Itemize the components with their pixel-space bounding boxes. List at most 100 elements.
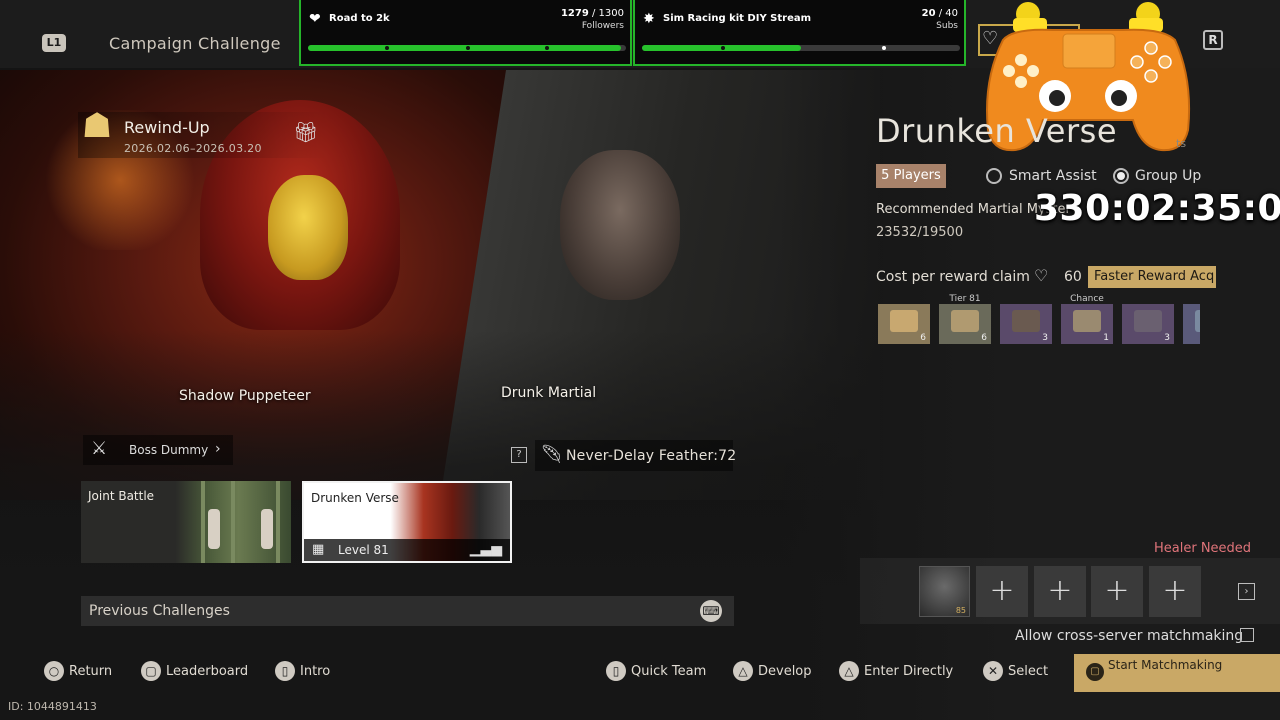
recommended-value: 23532/19500 <box>876 225 964 240</box>
reward-item[interactable]: Tier 81 6 <box>939 294 991 344</box>
previous-challenges-button[interactable]: Previous Challenges ⌨ <box>81 596 734 626</box>
reward-item[interactable]: 3 <box>1122 294 1174 344</box>
next-page-icon[interactable]: › <box>1238 583 1255 600</box>
reward-item[interactable]: 6 <box>878 294 930 344</box>
boss-dummy-button[interactable]: ⚔ Boss Dummy › <box>83 435 233 465</box>
player-avatar[interactable]: 85 <box>919 566 970 617</box>
touchpad-button-icon: ▯ <box>606 661 626 681</box>
square-button-icon: ▢ <box>1086 663 1104 681</box>
subs-goal-widget: ✸ Sim Racing kit DIY Stream 20 / 40 Subs <box>633 0 966 66</box>
bar-chart-icon[interactable]: ▁▃▅ <box>470 541 502 557</box>
goal-progress-bar <box>642 45 960 51</box>
stream-timer: 330:02:35:08 <box>1034 188 1280 229</box>
goal-title: Road to 2k <box>329 13 390 24</box>
empty-party-slot[interactable]: + <box>1149 566 1201 617</box>
smart-assist-label[interactable]: Smart Assist <box>1009 168 1097 184</box>
boss-name-shadow-puppeteer[interactable]: Shadow Puppeteer <box>179 388 311 404</box>
card-level: Level 81 <box>338 543 389 557</box>
feather-count: Never-Delay Feather:72 <box>566 448 737 464</box>
chest-icon <box>1195 310 1200 332</box>
square-button-icon: ▢ <box>141 661 161 681</box>
elder-figure <box>560 150 680 300</box>
reward-quantity: 3 <box>1042 333 1048 343</box>
feather-icon: 🪶︎ <box>540 444 563 465</box>
help-icon[interactable]: ? <box>511 447 527 463</box>
reward-quantity: 6 <box>920 333 926 343</box>
gift-icon[interactable]: 🎁︎ <box>293 120 318 144</box>
keyboard-icon: ⌨ <box>700 600 722 622</box>
previous-challenges-label: Previous Challenges <box>89 603 230 619</box>
hint-label: Return <box>69 664 113 679</box>
hint-label: Quick Team <box>631 664 707 679</box>
empty-party-slot[interactable]: + <box>1034 566 1086 617</box>
group-up-label[interactable]: Group Up <box>1135 168 1201 184</box>
card-label: Joint Battle <box>88 489 155 503</box>
empty-party-slot[interactable]: + <box>1091 566 1143 617</box>
heart-currency-icon: ♡ <box>1034 266 1049 285</box>
chest-icon <box>1073 310 1101 332</box>
goal-unit: Followers <box>581 21 624 31</box>
reward-item[interactable]: Chance 1 <box>1061 294 1113 344</box>
goal-progress-fill <box>308 45 621 51</box>
hint-label: Select <box>1008 664 1049 679</box>
reward-item[interactable]: 3 <box>1000 294 1052 344</box>
cost-label: Cost per reward claim <box>876 269 1030 285</box>
reward-quantity: 3 <box>1164 333 1170 343</box>
oni-mask-icon: ☗ <box>81 106 113 146</box>
reward-tag: Chance <box>1070 294 1104 304</box>
empty-party-slot[interactable]: + <box>976 566 1028 617</box>
group-up-radio[interactable] <box>1113 168 1129 184</box>
touchpad-button-icon: ▯ <box>275 661 295 681</box>
reward-tag: Tier 81 <box>949 294 981 304</box>
goal-count: 1279 / 1300 <box>560 8 624 19</box>
hint-label: Develop <box>758 664 812 679</box>
boss-dummy-label: Boss Dummy <box>129 443 209 457</box>
drunken-verse-card[interactable]: Drunken Verse ▦ Level 81 ▁▃▅ <box>302 481 512 563</box>
reward-item[interactable]: Ch <box>1183 294 1200 344</box>
reward-quantity: 1 <box>1103 333 1109 343</box>
chevron-right-icon: › <box>215 441 221 457</box>
cross-server-checkbox[interactable] <box>1240 628 1254 642</box>
cross-server-label: Allow cross-server matchmaking <box>1015 628 1244 644</box>
mode-title: Drunken Verse <box>876 112 1117 150</box>
goal-title: Sim Racing kit DIY Stream <box>663 13 812 24</box>
start-matchmaking-label: Start Matchmaking <box>1108 658 1223 672</box>
reward-tag: Ch <box>1183 294 1200 304</box>
faster-reward-badge[interactable]: Faster Reward Acq <box>1088 266 1216 288</box>
cross-button-icon: ✕ <box>983 661 1003 681</box>
start-matchmaking-button[interactable]: ▢ Start Matchmaking <box>1074 654 1280 692</box>
healer-needed-label: Healer Needed <box>1154 541 1252 556</box>
chest-icon <box>1012 310 1040 332</box>
triangle-button-icon: △ <box>839 661 859 681</box>
boss-name-drunk-martial[interactable]: Drunk Martial <box>501 385 596 401</box>
players-badge: 5 Players <box>876 164 946 188</box>
reward-quantity: 6 <box>981 333 987 343</box>
avatar-level: 85 <box>955 606 966 615</box>
mode-subtitle: ts <box>1176 137 1187 150</box>
hint-label: Enter Directly <box>864 664 954 679</box>
player-id: ID: 1044891413 <box>8 700 97 713</box>
chest-icon <box>890 310 918 332</box>
cost-value: 60 <box>1064 269 1082 285</box>
hint-label: Leaderboard <box>166 664 249 679</box>
chest-icon <box>1134 310 1162 332</box>
circle-button-icon: ○ <box>44 661 64 681</box>
page-title: Campaign Challenge <box>109 34 281 53</box>
chest-icon <box>951 310 979 332</box>
golden-mask <box>268 175 348 280</box>
star-icon: ✸ <box>643 11 655 27</box>
goal-progress-bar <box>308 45 626 51</box>
goal-unit: Subs <box>936 21 958 31</box>
l1-key-icon[interactable]: L1 <box>42 34 66 52</box>
event-dates: 2026.02.06–2026.03.20 <box>124 142 262 155</box>
hint-label: Intro <box>300 664 331 679</box>
event-title: Rewind-Up <box>124 118 210 137</box>
heart-icon: ❤ <box>309 11 321 27</box>
triangle-button-icon: △ <box>733 661 753 681</box>
followers-goal-widget: ❤ Road to 2k 1279 / 1300 Followers <box>299 0 632 66</box>
sparring-icon: ⚔ <box>91 438 108 459</box>
smart-assist-radio[interactable] <box>986 168 1002 184</box>
joint-battle-card[interactable]: Joint Battle <box>81 481 291 563</box>
goal-count: 20 / 40 <box>921 8 958 19</box>
r-key-icon[interactable]: R <box>1203 30 1223 50</box>
